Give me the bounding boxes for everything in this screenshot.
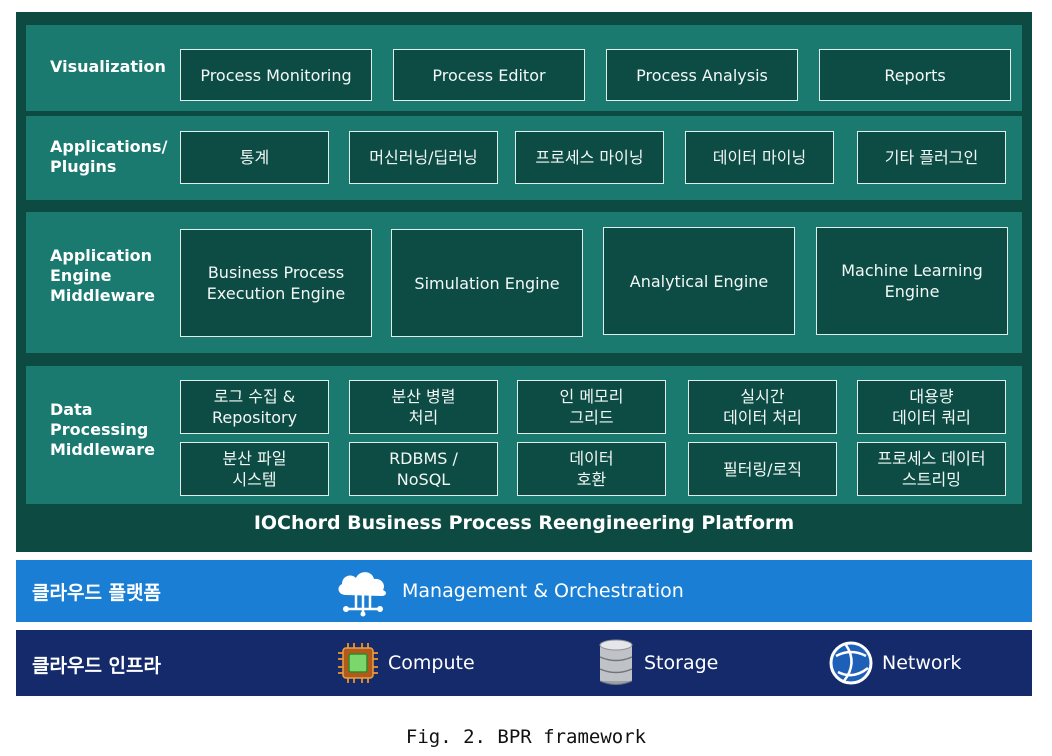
box-process-editor: Process Editor bbox=[393, 49, 585, 101]
box-log-collection: 로그 수집 & Repository bbox=[180, 380, 329, 434]
management-orchestration: Management & Orchestration bbox=[332, 566, 684, 617]
infra-network-label: Network bbox=[882, 652, 962, 674]
box-bp-execution-engine: Business Process Execution Engine bbox=[180, 229, 372, 337]
box-simulation-engine: Simulation Engine bbox=[391, 229, 583, 337]
infra-compute: Compute bbox=[336, 640, 475, 686]
box-machine-learning: 머신러닝/딥러닝 bbox=[349, 131, 498, 184]
box-filtering-logic: 필터링/로직 bbox=[688, 442, 837, 496]
box-other-plugins: 기타 플러그인 bbox=[857, 131, 1006, 184]
box-ml-engine: Machine Learning Engine bbox=[816, 227, 1008, 335]
box-data-compat: 데이터 호환 bbox=[517, 442, 666, 496]
management-orchestration-label: Management & Orchestration bbox=[402, 580, 684, 602]
infra-storage: Storage bbox=[596, 638, 718, 688]
cloud-platform-band: 클라우드 플랫폼 Management & Orchestration bbox=[16, 560, 1032, 622]
box-distributed-parallel: 분산 병렬 처리 bbox=[349, 380, 498, 434]
data-layer: Data Processing Middleware 로그 수집 & Repos… bbox=[26, 366, 1022, 504]
cloud-network-icon bbox=[338, 572, 386, 617]
database-icon bbox=[599, 639, 633, 685]
visualization-layer: Visualization Process Monitoring Process… bbox=[26, 25, 1022, 111]
layer-label-applications: Applications/ Plugins bbox=[50, 137, 168, 176]
box-in-memory-grid: 인 메모리 그리드 bbox=[517, 380, 666, 434]
box-bulk-query: 대용량 데이터 쿼리 bbox=[857, 380, 1006, 434]
applications-layer: Applications/ Plugins 통계 머신러닝/딥러닝 프로세스 마… bbox=[26, 116, 1022, 200]
box-rdbms-nosql: RDBMS / NoSQL bbox=[349, 442, 498, 496]
globe-icon bbox=[829, 641, 873, 685]
box-process-mining: 프로세스 마이닝 bbox=[515, 131, 664, 184]
infra-storage-label: Storage bbox=[644, 652, 719, 674]
platform-title: IOChord Business Process Reengineering P… bbox=[253, 512, 795, 534]
infra-compute-label: Compute bbox=[388, 652, 475, 674]
cloud-infra-band: 클라우드 인프라 Compute Storage Network bbox=[16, 630, 1032, 696]
box-process-analysis: Process Analysis bbox=[606, 49, 798, 101]
figure-caption: Fig. 2. BPR framework bbox=[405, 726, 647, 748]
cloud-platform-label: 클라우드 플랫폼 bbox=[32, 582, 161, 604]
box-realtime-processing: 실시간 데이터 처리 bbox=[688, 380, 837, 434]
layer-label-data: Data Processing Middleware bbox=[50, 400, 155, 459]
box-data-mining: 데이터 마이닝 bbox=[685, 131, 834, 184]
layer-label-visualization: Visualization bbox=[50, 57, 166, 76]
box-process-monitoring: Process Monitoring bbox=[180, 49, 372, 101]
bpr-platform: Visualization Process Monitoring Process… bbox=[16, 12, 1032, 552]
cloud-infra-label: 클라우드 인프라 bbox=[32, 655, 161, 677]
infra-network: Network bbox=[828, 638, 961, 688]
box-process-streaming: 프로세스 데이터 스트리밍 bbox=[857, 442, 1006, 496]
box-analytical-engine: Analytical Engine bbox=[603, 227, 795, 335]
layer-label-engine: Application Engine Middleware bbox=[50, 246, 155, 305]
box-reports: Reports bbox=[819, 49, 1011, 101]
chip-icon bbox=[338, 643, 378, 683]
box-statistics: 통계 bbox=[180, 131, 329, 184]
box-distributed-fs: 분산 파일 시스템 bbox=[180, 442, 329, 496]
engine-layer: Application Engine Middleware Business P… bbox=[26, 212, 1022, 353]
